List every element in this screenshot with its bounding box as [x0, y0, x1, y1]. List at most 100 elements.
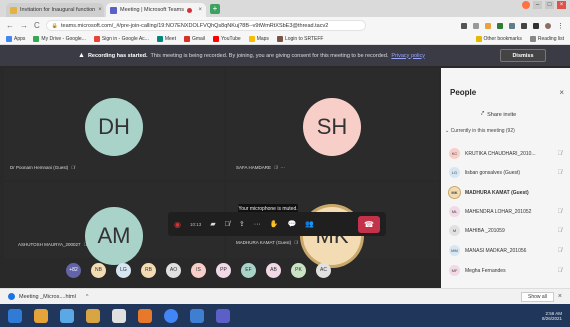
close-downloads-icon[interactable]: × [558, 293, 562, 300]
camera-off-icon[interactable]: ▰ [210, 220, 215, 228]
bookmark-srteff[interactable]: Login to SRTEFF [276, 36, 323, 42]
new-tab-button[interactable]: + [210, 4, 220, 14]
mic-muted-icon: 🎙̸ [557, 247, 563, 254]
strip-avatar[interactable]: AO [166, 262, 181, 278]
share-screen-icon[interactable]: ⇪ [239, 220, 245, 228]
app-icon[interactable] [138, 308, 152, 323]
bookmark-apps[interactable]: Apps [6, 36, 25, 42]
show-all-button[interactable]: Show all [521, 291, 554, 302]
participant-avatar: DH [85, 98, 143, 156]
puzzle-icon[interactable] [533, 22, 539, 29]
strip-avatar[interactable]: PP [216, 262, 231, 278]
download-menu-chevron-icon[interactable]: ^ [86, 294, 89, 300]
edge-icon[interactable] [60, 308, 74, 323]
strip-avatar[interactable]: AC [316, 262, 331, 278]
media-player-icon[interactable] [112, 308, 126, 323]
participants-section-header[interactable]: ⌄ Currently in this meeting (92) [445, 128, 515, 134]
teams-icon[interactable] [216, 308, 230, 323]
strip-avatar[interactable]: LG [116, 262, 131, 278]
mic-muted-icon: 🎙̸ [83, 242, 87, 247]
folder-icon[interactable] [86, 308, 100, 323]
browser-tab-invitation[interactable]: Invitation for Inaugural function × [6, 3, 104, 17]
dismiss-button[interactable]: Dismiss [500, 49, 546, 62]
bookmark-gmail[interactable]: Gmail [183, 36, 205, 42]
folder-icon [475, 36, 482, 42]
recording-indicator-icon: ◉ [174, 219, 181, 229]
people-panel: People × ⤤ Share invite ⌄ Currently in t… [441, 68, 570, 288]
url-text: teams.microsoft.com/_#/pre-join-calling/… [61, 22, 329, 29]
share-icon: ⤤ [481, 111, 485, 117]
chat-icon[interactable]: 💬 [287, 220, 296, 228]
cast-icon[interactable] [461, 22, 467, 29]
system-tray-clock[interactable]: 2:56 AM 8/26/2021 [542, 311, 562, 321]
downloads-bar: Meeting _Micros....html ^ Show all × [0, 288, 570, 304]
bookmark-youtube[interactable]: YouTube [213, 36, 241, 42]
participant-row[interactable]: KC KRUTIKA CHAUDHARI_2010... 🎙̸ [441, 145, 570, 162]
bookmark-reading-list[interactable]: Reading list [529, 36, 564, 42]
participant-row[interactable]: MK MADHURA KAMAT (Guest) [441, 184, 570, 201]
menu-kebab-icon[interactable]: ⋮ [557, 22, 564, 30]
extension-icon[interactable] [521, 22, 527, 29]
participant-row[interactable]: M MAHIBA _201059 🎙̸ [441, 222, 570, 239]
banner-text: This meeting is being recorded. By joini… [150, 52, 389, 59]
more-options-icon[interactable]: ··· [280, 165, 285, 170]
participant-row[interactable]: LG lisban gonsalves (Guest) 🎙̸ [441, 164, 570, 181]
profile-icon[interactable] [545, 22, 551, 29]
mic-off-icon[interactable]: 🎙̸ [225, 221, 230, 228]
back-arrow-icon[interactable]: ← [6, 21, 14, 30]
lock-icon: 🔒 [51, 22, 59, 29]
strip-avatar[interactable]: IS [191, 262, 206, 278]
bookmark-drive[interactable]: My Drive - Google... [33, 36, 86, 42]
bookmark-other[interactable]: Other bookmarks [475, 36, 522, 42]
extension-icon[interactable] [497, 22, 503, 29]
start-windows-icon[interactable] [8, 308, 22, 323]
minimize-icon[interactable]: – [533, 1, 542, 9]
more-participants-badge[interactable]: +82 [66, 262, 81, 278]
participant-row[interactable]: ML MAHENDRA LOHAR_201052 🎙̸ [441, 203, 570, 220]
mic-muted-icon: 🎙̸ [557, 208, 563, 215]
video-tile-sh[interactable]: SH SAFA HAMDARE 🎙̸ ··· [226, 68, 439, 180]
chrome-icon[interactable] [164, 308, 178, 323]
reload-icon[interactable]: C [34, 21, 40, 30]
participant-row[interactable]: MM MANASI MADKAR_201056 🎙̸ [441, 242, 570, 259]
meeting-toolbar: ◉ 10:13 ▰ 🎙̸ ⇪ ··· ✋ 💬 👥 ☎ [168, 212, 386, 236]
share-invite-button[interactable]: ⤤ Share invite [481, 111, 516, 118]
close-panel-icon[interactable]: × [559, 88, 564, 97]
extension-icon[interactable] [485, 22, 491, 29]
hang-up-button[interactable]: ☎ [358, 215, 380, 233]
participant-name-label: Dr Poonam Hemnani (Guest) 🎙̸ [10, 165, 75, 170]
mic-muted-icon: 🎙̸ [274, 165, 278, 170]
strip-avatar[interactable]: RB [141, 262, 156, 278]
file-explorer-icon[interactable] [34, 308, 48, 323]
close-tab-icon[interactable]: × [198, 7, 202, 13]
browser-tab-teams[interactable]: Meeting | Microsoft Teams × [106, 3, 206, 17]
strip-avatar[interactable]: PK [291, 262, 306, 278]
browser-address-bar: ← → C 🔒 teams.microsoft.com/_#/pre-join-… [0, 17, 570, 34]
more-actions-icon[interactable]: ··· [254, 221, 261, 228]
strip-avatar[interactable]: EF [241, 262, 256, 278]
raise-hand-icon[interactable]: ✋ [270, 220, 279, 228]
extension-icon[interactable] [509, 22, 515, 29]
forward-arrow-icon[interactable]: → [20, 21, 28, 30]
maximize-icon[interactable]: □ [545, 1, 554, 9]
download-item[interactable]: Meeting _Micros....html [19, 294, 76, 300]
window-close-icon[interactable]: × [557, 1, 566, 9]
video-tile-dh[interactable]: DH Dr Poonam Hemnani (Guest) 🎙̸ [4, 68, 224, 180]
profile-avatar-icon[interactable] [522, 1, 530, 9]
privacy-policy-link[interactable]: Privacy policy [391, 53, 425, 59]
star-icon[interactable] [473, 22, 479, 29]
close-tab-icon[interactable]: × [98, 7, 102, 13]
word-icon[interactable] [190, 308, 204, 323]
bookmark-signin[interactable]: Sign in - Google Ac... [93, 36, 149, 42]
strip-avatar[interactable]: AB [266, 262, 281, 278]
url-field[interactable]: 🔒 teams.microsoft.com/_#/pre-join-callin… [45, 20, 366, 31]
bookmark-maps[interactable]: Maps [248, 36, 269, 42]
login-icon [276, 36, 283, 42]
people-icon[interactable]: 👥 [305, 220, 314, 228]
banner-bold-text: Recording has started. [87, 52, 148, 59]
chrome-file-icon [8, 293, 15, 300]
gmail-icon [183, 36, 190, 42]
strip-avatar[interactable]: NB [91, 262, 106, 278]
bookmark-meet[interactable]: Meet [156, 36, 176, 42]
participant-row[interactable]: MF Megha Fernandes 🎙̸ [441, 262, 570, 279]
